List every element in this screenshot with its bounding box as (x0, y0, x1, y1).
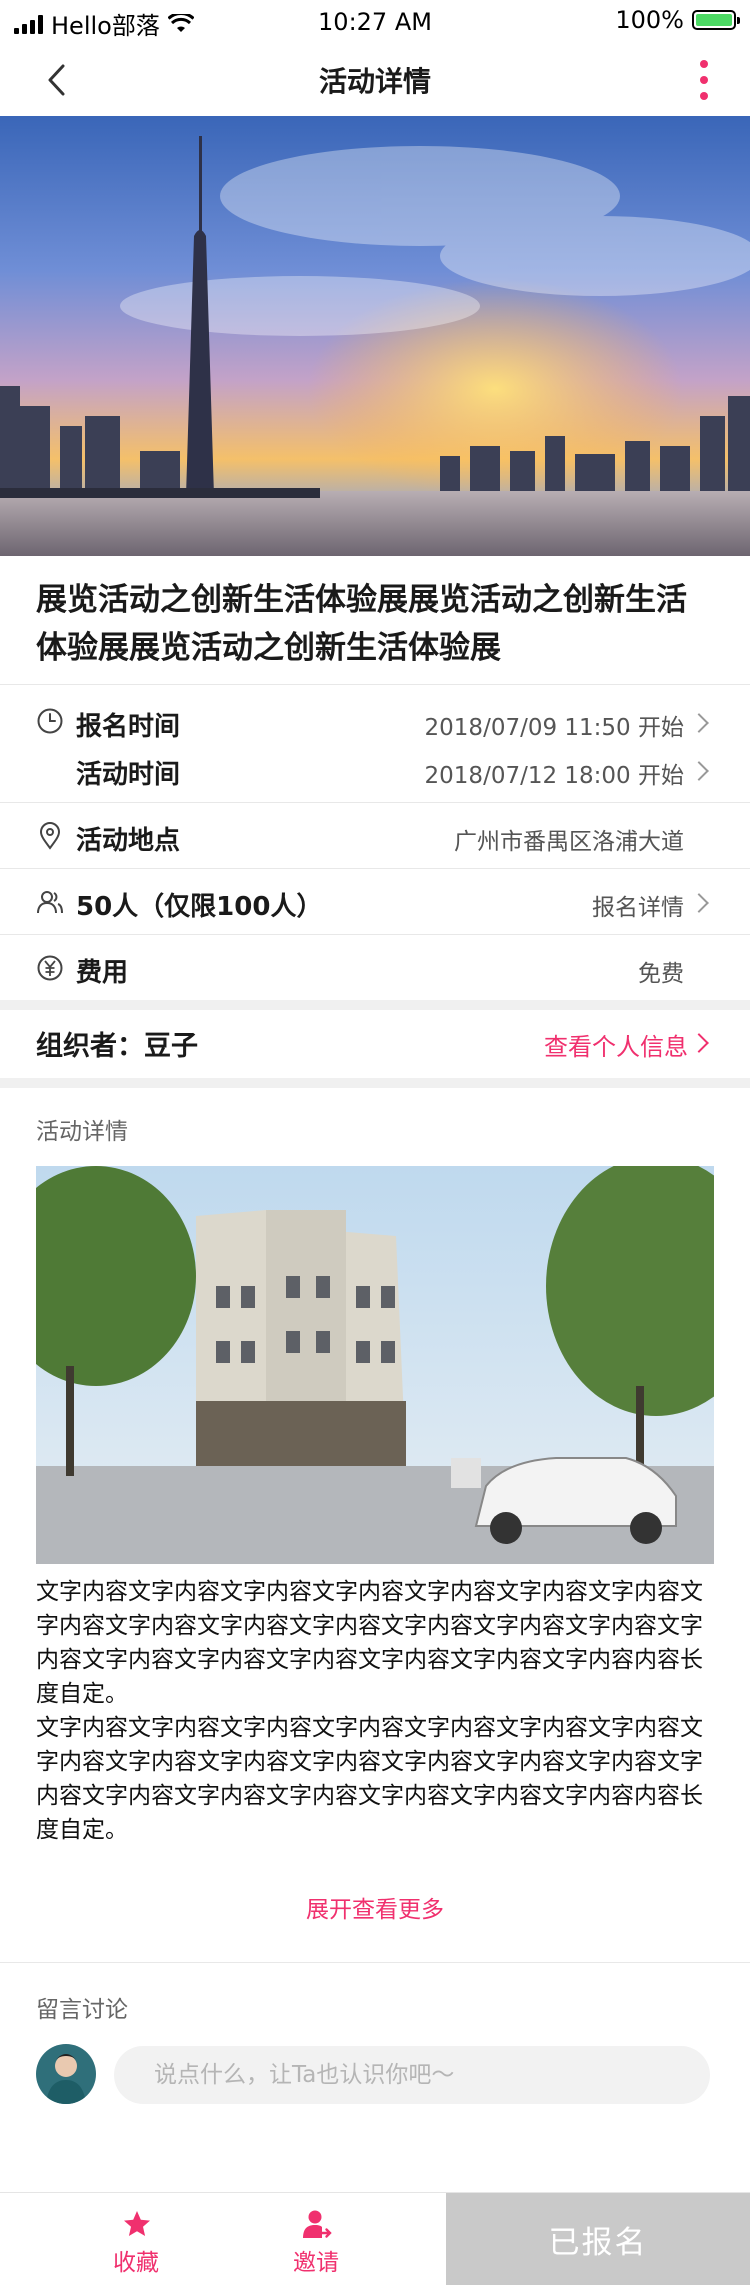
battery-group: 100% (615, 6, 740, 34)
location-value[interactable]: 广州市番禺区洛浦大道 (454, 822, 684, 856)
comment-input[interactable] (114, 2046, 710, 2104)
chevron-right-icon (689, 1033, 709, 1053)
nav-bar: 活动详情 (0, 44, 750, 116)
participants-label: 50人（仅限100人） (76, 892, 323, 922)
details-section-title: 活动详情 (36, 1119, 128, 1145)
expand-more-button[interactable]: 展开查看更多 (0, 1890, 750, 1924)
divider (0, 684, 750, 685)
favorite-label: 收藏 (113, 2250, 159, 2276)
event-photo (36, 1166, 714, 1564)
clock-icon (37, 708, 63, 734)
signup-time-value[interactable]: 2018/07/09 11:50 开始 (425, 708, 684, 742)
avatar (36, 2044, 96, 2104)
invite-button[interactable]: 邀请 (256, 2193, 376, 2285)
event-title: 展览活动之创新生活体验展展览活动之创新生活体验展展览活动之创新生活体验展 (36, 582, 687, 666)
fee-label: 费用 (76, 958, 129, 988)
battery-percent: 100% (615, 6, 684, 34)
divider (0, 934, 750, 935)
invite-user-icon (303, 2210, 332, 2238)
chevron-right-icon (689, 713, 709, 733)
favorite-button[interactable]: 收藏 (76, 2193, 196, 2285)
location-pin-icon (39, 822, 61, 850)
star-icon (124, 2211, 150, 2236)
organizer-label: 组织者：豆子 (36, 1031, 198, 1062)
fee-value: 免费 (638, 961, 684, 987)
event-time-value[interactable]: 2018/07/12 18:00 开始 (425, 756, 684, 790)
chevron-right-icon (689, 761, 709, 781)
comments-section-title: 留言讨论 (36, 1997, 128, 2023)
location-label: 活动地点 (76, 826, 181, 856)
signed-up-button[interactable]: 已报名 (446, 2193, 750, 2285)
battery-icon (692, 10, 740, 30)
status-bar: Hello部落 10:27 AM 100% (0, 0, 750, 44)
section-gap (0, 1000, 750, 1010)
yuan-icon (37, 955, 63, 981)
details-text: 文字内容文字内容文字内容文字内容文字内容文字内容文字内容文字内容文字内容文字内容… (36, 1580, 703, 1844)
divider (0, 802, 750, 803)
bottom-action-bar: 收藏 邀请 已报名 (0, 2192, 750, 2285)
chevron-right-icon (689, 893, 709, 913)
event-time-label: 活动时间 (76, 760, 181, 790)
page-title: 活动详情 (318, 65, 431, 98)
divider (0, 1962, 750, 1963)
signup-time-label: 报名时间 (76, 712, 181, 742)
hero-image (0, 116, 750, 556)
signup-details-link[interactable]: 报名详情 (592, 888, 684, 922)
divider (0, 868, 750, 869)
people-icon (37, 891, 63, 914)
invite-label: 邀请 (293, 2250, 339, 2276)
more-icon[interactable] (694, 56, 714, 104)
section-gap (0, 1078, 750, 1088)
view-profile-link[interactable]: 查看个人信息 (544, 1027, 688, 1062)
